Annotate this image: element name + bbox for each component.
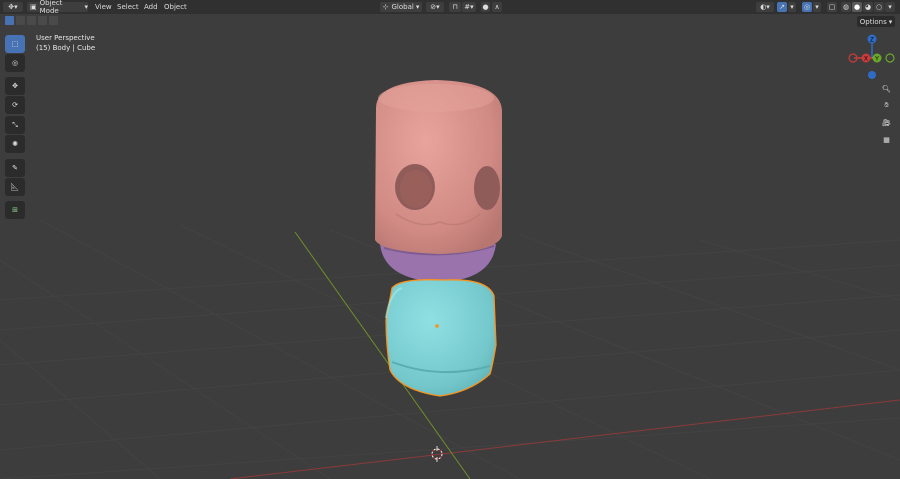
menu-add[interactable]: Add (144, 3, 158, 11)
gizmo-icon: ↗ (779, 3, 785, 11)
grid-snap-icon: #▾ (464, 3, 474, 11)
right-eye-hole (474, 166, 500, 210)
orientation-icon: ⊹ (382, 3, 389, 11)
move-tool[interactable]: ✥ (5, 77, 25, 95)
cursor-tool[interactable]: ◎ (5, 54, 25, 72)
navigation-gizmo[interactable]: Z X Y (845, 32, 899, 82)
material-shading-icon: ◕ (864, 3, 872, 11)
proportional-edit-icon: ● (482, 3, 489, 11)
transform-icon: ✺ (12, 140, 18, 148)
gizmo-z-label: Z (870, 38, 874, 44)
move-icon: ✥ (12, 82, 18, 90)
scale-tool[interactable]: ⤡ (5, 116, 25, 134)
rotate-icon: ⟳ (12, 101, 18, 109)
origin-point (435, 324, 439, 328)
wireframe-icon: ◍ (842, 3, 850, 11)
wireframe-shading-button[interactable]: ◍ (841, 2, 851, 12)
menu-view[interactable]: View (95, 3, 112, 11)
rendered-shading-button[interactable]: ○ (874, 2, 884, 12)
snap-toggle[interactable]: ⊓ (449, 2, 461, 12)
orientation-dropdown[interactable]: ⊹ Global ▾ (380, 2, 422, 12)
rotate-tool[interactable]: ⟳ (5, 96, 25, 114)
annotate-icon: ✎ (12, 164, 18, 172)
annotate-tool[interactable]: ✎ (5, 159, 25, 177)
menu-object[interactable]: Object (164, 3, 187, 11)
falloff-button[interactable]: ∧ (492, 2, 502, 12)
editor-type-button[interactable]: ✥▾ (3, 2, 23, 12)
gizmo-x-label: X (864, 57, 868, 63)
zoom-button[interactable]: 🔍︎ (879, 81, 894, 96)
select-mode-subtract-icon[interactable] (27, 16, 36, 25)
view-name: User Perspective (36, 34, 95, 42)
pivot-dropdown[interactable]: ⊘▾ (426, 2, 444, 12)
cursor-icon: ◎ (11, 59, 19, 67)
visibility-button[interactable]: ◐▾ (756, 2, 774, 12)
scale-icon: ⤡ (12, 120, 18, 129)
material-shading-button[interactable]: ◕ (863, 2, 873, 12)
select-mode-extend-icon[interactable] (16, 16, 25, 25)
ortho-toggle-button[interactable]: ▦ (879, 132, 894, 147)
snap-icon: ⊓ (452, 3, 458, 11)
add-cube-tool[interactable]: ⊞ (5, 201, 25, 219)
chevron-down-icon: ▾ (790, 3, 794, 11)
shading-dropdown[interactable]: ▾ (885, 2, 895, 12)
select-mode-intersect-icon[interactable] (49, 16, 58, 25)
measure-tool[interactable]: 📐︎ (5, 178, 25, 196)
chevron-down-icon: ▾ (84, 3, 88, 11)
add-cube-icon: ⊞ (12, 206, 18, 214)
chevron-down-icon: ▾ (415, 3, 420, 11)
pan-button[interactable]: ✋︎ (879, 98, 894, 113)
overlays-dropdown[interactable]: ▾ (813, 2, 821, 12)
orientation-label: Global (391, 3, 414, 11)
gizmo-toggle[interactable]: ↗ (777, 2, 787, 12)
solid-shading-button[interactable]: ● (852, 2, 862, 12)
3d-viewport[interactable] (0, 0, 900, 479)
pan-hand-icon: ✋︎ (884, 101, 889, 109)
xray-toggle[interactable]: ▢ (827, 2, 837, 12)
body-mesh[interactable] (385, 279, 497, 397)
select-mode-new-icon[interactable] (5, 16, 14, 25)
measure-icon: 📐︎ (10, 183, 20, 191)
overlays-toggle[interactable]: ◎ (802, 2, 812, 12)
camera-view-button[interactable]: 🎥︎ (879, 115, 894, 130)
zoom-icon: 🔍︎ (882, 84, 891, 93)
falloff-icon: ∧ (494, 3, 500, 11)
rendered-shading-icon: ○ (875, 3, 883, 11)
options-button[interactable]: Options ▾ (857, 16, 895, 27)
gizmo-dropdown[interactable]: ▾ (788, 2, 796, 12)
proportional-toggle[interactable]: ● (481, 2, 490, 12)
chevron-down-icon: ▾ (815, 3, 819, 11)
grid-view-icon: ▦ (883, 135, 890, 144)
mode-dropdown[interactable]: ▣ Object Mode ▾ (27, 0, 88, 15)
chevron-down-icon: ▾ (888, 3, 892, 11)
mode-label: Object Mode (39, 0, 63, 15)
options-label: Options (859, 17, 887, 26)
chevron-down-icon: ▾ (888, 17, 893, 26)
object-mode-icon: ▣ (30, 3, 37, 11)
object-info: (15) Body | Cube (36, 44, 96, 52)
transform-tool[interactable]: ✺ (5, 135, 25, 153)
menu-select[interactable]: Select (117, 3, 139, 11)
overlays-icon: ◎ (803, 3, 811, 11)
solid-shading-icon: ● (853, 3, 861, 11)
x-axis-line (229, 399, 900, 479)
viewport-header: ✥▾ ▣ Object Mode ▾ View Select Add Objec… (0, 0, 900, 15)
xray-icon: ▢ (828, 3, 836, 11)
snap-dropdown[interactable]: #▾ (462, 2, 476, 12)
camera-icon: 🎥︎ (882, 118, 891, 127)
select-mode-invert-icon[interactable] (38, 16, 47, 25)
visibility-icon: ◐▾ (760, 3, 770, 11)
pivot-icon: ⊘▾ (430, 3, 440, 11)
select-box-icon: ⬚ (11, 40, 19, 48)
editor-type-icon: ✥▾ (8, 3, 18, 11)
gizmo-y-label: Y (875, 57, 879, 63)
select-box-tool[interactable]: ⬚ (5, 35, 25, 53)
